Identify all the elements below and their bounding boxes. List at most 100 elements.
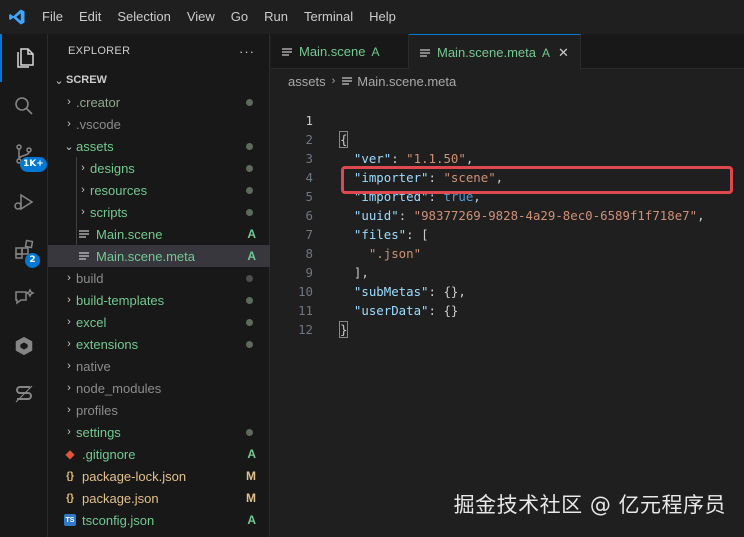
chevron-right-icon: › bbox=[67, 118, 71, 130]
vscode-logo-icon bbox=[0, 0, 34, 34]
file-lines-icon bbox=[419, 47, 431, 59]
activity-bar: 1K+ 2 bbox=[0, 34, 48, 537]
chevron-right-icon: › bbox=[67, 294, 71, 306]
tree-item-settings[interactable]: › settings bbox=[48, 421, 270, 443]
tree-root-screw[interactable]: ⌄ SCREW bbox=[48, 69, 270, 91]
breadcrumb: assets › Main.scene.meta bbox=[271, 70, 744, 92]
tab-main-scene[interactable]: Main.scene A bbox=[271, 34, 409, 69]
menu-file[interactable]: File bbox=[34, 0, 71, 34]
chevron-right-icon: › bbox=[67, 382, 71, 394]
tab-git-status: A bbox=[371, 44, 380, 59]
git-status-modified: M bbox=[246, 469, 256, 483]
tree-item-build-templates[interactable]: › build-templates bbox=[48, 289, 270, 311]
tree-item-gitignore[interactable]: ◆ .gitignore A bbox=[48, 443, 270, 465]
breadcrumb-folder[interactable]: assets bbox=[288, 74, 326, 89]
chevron-right-icon: › bbox=[67, 96, 71, 108]
tree-item-assets[interactable]: ⌄ assets bbox=[48, 135, 270, 157]
code-text: } bbox=[339, 321, 349, 338]
chat-activity[interactable] bbox=[0, 274, 48, 322]
file-lines-icon bbox=[76, 226, 92, 242]
line-number: 12 bbox=[298, 322, 313, 337]
more-actions-button[interactable]: ··· bbox=[239, 44, 255, 59]
chevron-right-icon: › bbox=[67, 272, 71, 284]
tree-item-vscode[interactable]: › .vscode bbox=[48, 113, 270, 135]
modified-dot bbox=[246, 296, 253, 304]
tree-item-label: Main.scene bbox=[96, 226, 163, 242]
tree-item-extensions[interactable]: › extensions bbox=[48, 333, 270, 355]
files-icon bbox=[17, 48, 34, 68]
explorer-activity[interactable] bbox=[0, 34, 48, 82]
menu-run[interactable]: Run bbox=[256, 0, 296, 34]
tree-item-label: package.json bbox=[82, 490, 159, 506]
source-control-activity[interactable]: 1K+ bbox=[0, 130, 48, 178]
source-control-badge: 1K+ bbox=[20, 157, 47, 172]
tree-item-build[interactable]: › build bbox=[48, 267, 270, 289]
menu-bar: File Edit Selection View Go Run Terminal… bbox=[34, 0, 404, 34]
s-extension-activity[interactable] bbox=[0, 370, 48, 418]
code-line: 1 { bbox=[271, 92, 744, 148]
file-lines-icon bbox=[76, 248, 92, 264]
explorer-title: EXPLORER bbox=[68, 45, 131, 57]
tree-item-creator[interactable]: › .creator bbox=[48, 91, 270, 113]
tree-item-designs[interactable]: › designs bbox=[48, 157, 270, 179]
tree-item-package-json[interactable]: {} package.json M bbox=[48, 487, 270, 509]
tab-label: Main.scene.meta bbox=[437, 45, 536, 60]
tree-item-excel[interactable]: › excel bbox=[48, 311, 270, 333]
tree-item-native[interactable]: › native bbox=[48, 355, 270, 377]
chevron-right-icon: › bbox=[67, 360, 71, 372]
git-diamond-icon: ◆ bbox=[65, 447, 75, 461]
tree-item-label: build-templates bbox=[76, 292, 165, 308]
tree-item-label: Main.scene.meta bbox=[96, 248, 195, 264]
code-line: 12 bbox=[271, 301, 744, 337]
tree-item-label: native bbox=[76, 358, 111, 374]
git-status-added: A bbox=[247, 447, 256, 461]
tree-item-scripts[interactable]: › scripts bbox=[48, 201, 270, 223]
uuid-highlight-box bbox=[341, 166, 733, 194]
tree-item-package-lock[interactable]: {} package-lock.json M bbox=[48, 465, 270, 487]
chevron-right-icon: › bbox=[81, 184, 85, 196]
code-editor[interactable]: 1 { 2 "ver": "1.1.50", 3 "importer": "sc… bbox=[271, 92, 744, 537]
tree-item-label: node_modules bbox=[76, 380, 162, 396]
assets-children: › designs › resources › scripts Main.sce… bbox=[48, 157, 270, 267]
tree-item-label: .vscode bbox=[76, 116, 121, 132]
chevron-right-icon: › bbox=[331, 75, 336, 87]
chevron-right-icon: › bbox=[67, 316, 71, 328]
tree-item-resources[interactable]: › resources bbox=[48, 179, 270, 201]
json-braces-icon: {} bbox=[66, 492, 74, 504]
menu-help[interactable]: Help bbox=[361, 0, 404, 34]
tree-item-label: designs bbox=[90, 160, 135, 176]
explorer-sidebar: EXPLORER ··· ⌄ SCREW › .creator › .vscod… bbox=[48, 34, 270, 537]
tree-item-main-scene-meta[interactable]: Main.scene.meta A bbox=[48, 245, 270, 267]
modified-dot bbox=[246, 340, 253, 348]
tree-item-profiles[interactable]: › profiles bbox=[48, 399, 270, 421]
file-lines-icon bbox=[341, 75, 353, 87]
search-activity[interactable] bbox=[0, 82, 48, 130]
modified-dot bbox=[246, 208, 253, 216]
modified-dot bbox=[246, 98, 253, 106]
menu-terminal[interactable]: Terminal bbox=[296, 0, 361, 34]
menu-edit[interactable]: Edit bbox=[71, 0, 109, 34]
tree-item-tsconfig[interactable]: TS tsconfig.json A bbox=[48, 509, 270, 531]
tree-item-main-scene[interactable]: Main.scene A bbox=[48, 223, 270, 245]
chevron-right-icon: › bbox=[81, 162, 85, 174]
tab-main-scene-meta[interactable]: Main.scene.meta A ✕ bbox=[409, 34, 581, 70]
menu-view[interactable]: View bbox=[179, 0, 223, 34]
tree-item-label: package-lock.json bbox=[82, 468, 187, 484]
editor-tabs: Main.scene A Main.scene.meta A ✕ bbox=[271, 34, 744, 70]
menu-selection[interactable]: Selection bbox=[109, 0, 178, 34]
cocos-icon bbox=[15, 336, 33, 356]
chevron-down-icon: ⌄ bbox=[64, 140, 74, 153]
watermark: 掘金技术社区 @ 亿元程序员 bbox=[453, 493, 726, 517]
chat-sparkle-icon bbox=[15, 288, 35, 305]
breadcrumb-file[interactable]: Main.scene.meta bbox=[357, 74, 456, 89]
close-icon[interactable]: ✕ bbox=[558, 45, 569, 61]
menu-go[interactable]: Go bbox=[223, 0, 256, 34]
cocos-activity[interactable] bbox=[0, 322, 48, 370]
modified-dot bbox=[246, 274, 253, 282]
extensions-activity[interactable]: 2 bbox=[0, 226, 48, 274]
run-debug-activity[interactable] bbox=[0, 178, 48, 226]
modified-dot bbox=[246, 428, 253, 436]
tree-item-node-modules[interactable]: › node_modules bbox=[48, 377, 270, 399]
chevron-right-icon: › bbox=[67, 404, 71, 416]
tree-item-label: excel bbox=[76, 314, 107, 330]
